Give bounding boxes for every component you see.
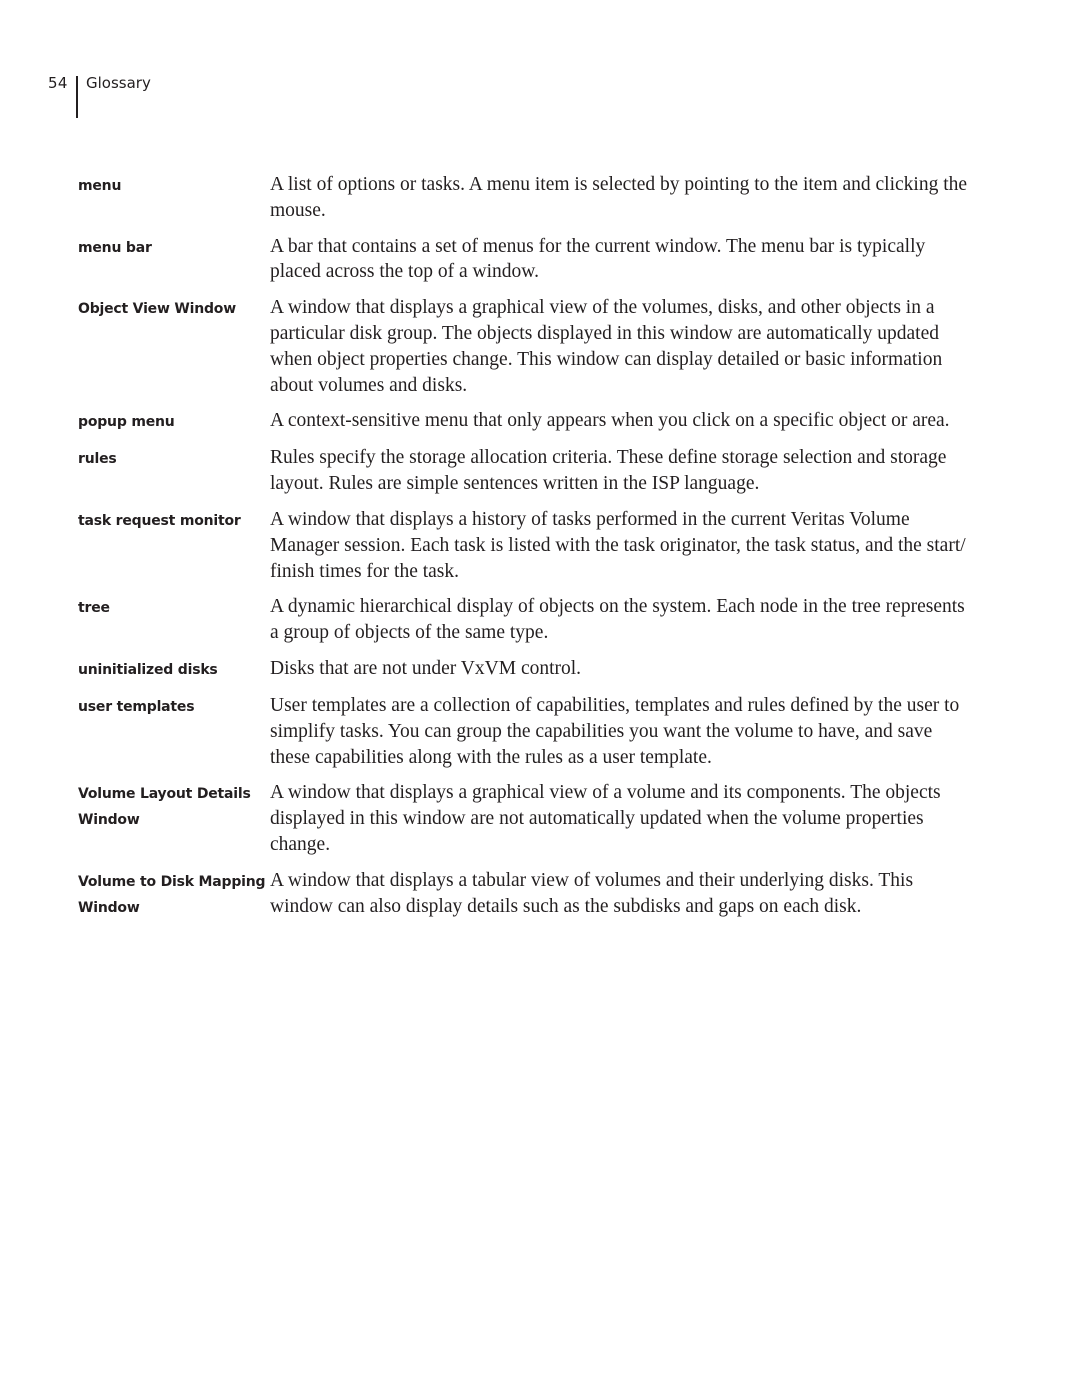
glossary-term: uninitialized disks xyxy=(78,661,218,678)
header-divider xyxy=(76,76,78,118)
glossary-entry: rules Rules specify the storage allocati… xyxy=(78,445,978,497)
glossary-definition: A dynamic hierarchical display of object… xyxy=(270,596,965,644)
glossary-definition: Rules specify the storage allocation cri… xyxy=(270,447,947,495)
glossary-definition: A window that displays a graphical view … xyxy=(270,782,941,855)
glossary-entry: tree A dynamic hierarchical display of o… xyxy=(78,594,978,646)
glossary-definition: A bar that contains a set of menus for t… xyxy=(270,235,926,283)
glossary-definition: A window that displays a tabular view of… xyxy=(270,869,914,917)
glossary-entry: user templates User templates are a coll… xyxy=(78,693,978,770)
glossary-term: Object View Window xyxy=(78,301,236,318)
glossary-entry: Volume to Disk Mapping Window A window t… xyxy=(78,868,978,921)
glossary-definition: A window that displays a history of task… xyxy=(270,508,966,582)
glossary-definition: User templates are a collection of capab… xyxy=(270,694,960,768)
glossary-term: menu bar xyxy=(78,239,152,256)
glossary-term: Volume to Disk Mapping Window xyxy=(78,873,266,916)
glossary-definition: A window that displays a graphical view … xyxy=(270,297,943,396)
page-number: 54 xyxy=(48,74,68,92)
section-title: Glossary xyxy=(86,74,151,92)
glossary-term: popup menu xyxy=(78,414,175,431)
glossary-entry: menu bar A bar that contains a set of me… xyxy=(78,234,978,286)
glossary-definition: Disks that are not under VxVM control. xyxy=(270,657,582,679)
glossary-definition: A context-sensitive menu that only appea… xyxy=(270,410,950,432)
glossary-term: Volume Layout Details Window xyxy=(78,786,251,829)
glossary-term: rules xyxy=(78,451,117,468)
glossary-entry: uninitialized disks Disks that are not u… xyxy=(78,656,978,683)
glossary-entry: task request monitor A window that displ… xyxy=(78,507,978,584)
glossary-entry: menu A list of options or tasks. A menu … xyxy=(78,172,978,224)
glossary-term: menu xyxy=(78,178,122,194)
glossary-list: menu A list of options or tasks. A menu … xyxy=(78,172,978,931)
glossary-term: user templates xyxy=(78,698,195,715)
glossary-term: task request monitor xyxy=(78,512,241,529)
glossary-entry: Volume Layout Details Window A window th… xyxy=(78,780,978,857)
glossary-definition: A list of options or tasks. A menu item … xyxy=(270,174,968,221)
glossary-entry: popup menu A context-sensitive menu that… xyxy=(78,408,978,435)
glossary-entry: Object View Window A window that display… xyxy=(78,295,978,398)
glossary-term: tree xyxy=(78,600,110,617)
